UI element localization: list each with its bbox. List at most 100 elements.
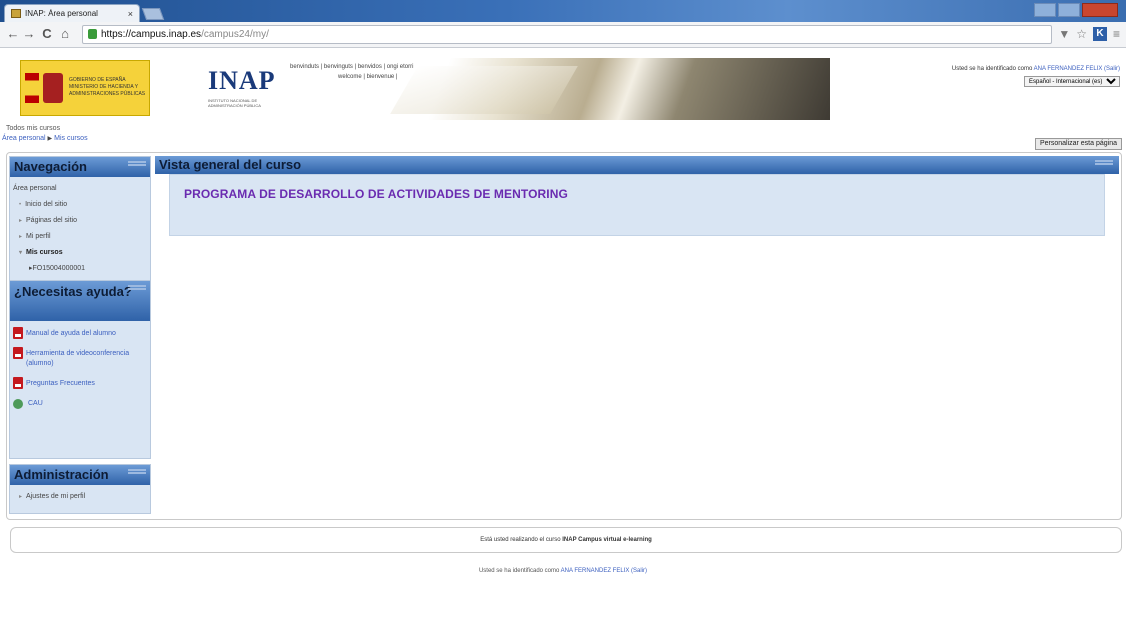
navigation-block: Navegación Área personal • Inicio del sit… <box>9 156 151 282</box>
admin-item-profile-settings[interactable]: ▸ Ajustes de mi perfil <box>13 489 147 505</box>
block-controls-icon[interactable] <box>128 161 146 166</box>
user-name-link[interactable]: ANA FERNANDEZ FELIX <box>1034 66 1103 72</box>
expand-arrow-icon: ▸ <box>19 218 23 224</box>
expand-arrow-icon: ▸ <box>19 494 23 500</box>
language-links-row1[interactable]: benvinduts | benvinguts | benvidos | ong… <box>290 62 413 72</box>
page: GOBIERNO DE ESPAÑA MINISTERIO DE HACIEND… <box>0 48 1126 625</box>
back-arrow-icon[interactable]: ← <box>6 27 20 41</box>
admin-item-label: Ajustes de mi perfil <box>26 493 86 500</box>
help-link-cau[interactable]: CAU <box>13 399 147 409</box>
tab-title: INAP: Área personal <box>25 9 98 18</box>
help-link-label: Herramienta de videoconferencia (alumno) <box>26 350 130 367</box>
menu-icon[interactable]: ≡ <box>1113 27 1120 41</box>
nav-item-perfil[interactable]: ▸ Mi perfil <box>13 229 147 245</box>
course-overview-title: Vista general del curso <box>159 157 302 172</box>
block-controls-icon[interactable] <box>1095 160 1113 165</box>
nav-item-course[interactable]: ▸FO15004000001 <box>13 261 147 277</box>
window-controls <box>1034 3 1118 17</box>
collapse-arrow-icon: ▾ <box>19 250 23 256</box>
help-block-header: ¿Necesitas ayuda? <box>10 281 150 321</box>
footer-user-info: Usted se ha identificado como ANA FERNAN… <box>0 568 1126 574</box>
government-logo[interactable]: GOBIERNO DE ESPAÑA MINISTERIO DE HACIEND… <box>20 60 150 116</box>
url-host: https://campus.inap.es <box>101 29 202 40</box>
help-link-videoconference[interactable]: Herramienta de videoconferencia (alumno) <box>13 347 147 369</box>
nav-item-mis-cursos[interactable]: ▾ Mis cursos <box>13 245 147 261</box>
course-card: PROGRAMA DE DESARROLLO DE ACTIVIDADES DE… <box>169 174 1105 236</box>
footer-course-name: INAP Campus virtual e-learning <box>562 537 652 543</box>
help-link-label: CAU <box>28 400 43 407</box>
administration-block: Administración ▸ Ajustes de mi perfil <box>9 464 151 514</box>
help-link-faq[interactable]: Preguntas Frecuentes <box>13 377 147 389</box>
nav-item-label: Páginas del sitio <box>26 217 77 224</box>
nav-item-label: FO15004000001 <box>32 265 86 272</box>
course-name-link[interactable]: PROGRAMA DE DESARROLLO DE ACTIVIDADES DE… <box>184 187 568 201</box>
maximize-button[interactable] <box>1058 3 1080 17</box>
browser-window: INAP: Área personal × ← → C ⌂ https://ca… <box>0 0 1126 625</box>
title-bar: INAP: Área personal × <box>0 0 1126 22</box>
navigation-title: Navegación <box>14 159 87 174</box>
home-icon[interactable]: ⌂ <box>58 27 72 41</box>
site-header: GOBIERNO DE ESPAÑA MINISTERIO DE HACIEND… <box>10 56 1120 122</box>
user-info-text: Usted se ha identificado como <box>951 66 1034 72</box>
course-overview-panel: Vista general del curso PROGRAMA DE DESA… <box>155 156 1119 286</box>
expand-arrow-icon: ▸ <box>19 234 23 240</box>
nav-item-label: Mi perfil <box>26 233 51 240</box>
footer-text: Está usted realizando el curso <box>480 537 563 543</box>
block-controls-icon[interactable] <box>128 469 146 474</box>
footer-logout-link[interactable]: (Salir) <box>629 568 647 574</box>
forward-arrow-icon[interactable]: → <box>22 27 36 41</box>
administration-title: Administración <box>14 467 109 482</box>
nav-item-paginas[interactable]: ▸ Páginas del sitio <box>13 213 147 229</box>
toolbar-actions: ▼ ☆ K ≡ <box>1058 27 1120 41</box>
language-links-row2[interactable]: welcome | bienvenue | <box>290 72 413 82</box>
reload-icon[interactable]: C <box>40 27 54 41</box>
favicon-icon <box>11 9 21 18</box>
url-path: /campus24/my/ <box>201 29 269 40</box>
pdf-icon <box>13 327 23 339</box>
nav-item-area-personal[interactable]: Área personal <box>13 181 147 197</box>
web-link-icon <box>13 399 23 409</box>
help-link-manual[interactable]: Manual de ayuda del alumno <box>13 327 147 339</box>
nav-item-label: Mis cursos <box>26 249 63 256</box>
inap-title: INAP <box>208 66 276 95</box>
extension-icon[interactable]: K <box>1092 27 1107 41</box>
language-links: benvinduts | benvinguts | benvidos | ong… <box>290 62 413 82</box>
nav-item-inicio[interactable]: • Inicio del sitio <box>13 197 147 213</box>
customize-page-button[interactable]: Personalizar esta página <box>1034 138 1122 150</box>
courses-menu-link[interactable]: Todos mis cursos <box>0 124 1126 134</box>
breadcrumb: Área personal ▶ Mis cursos <box>0 134 1126 144</box>
language-select[interactable]: Español - Internacional (es) <box>1024 76 1120 87</box>
browser-tab[interactable]: INAP: Área personal × <box>4 4 140 22</box>
bullet-icon: • <box>19 202 22 208</box>
navigation-block-header: Navegación <box>10 157 150 177</box>
banner-decoration <box>390 66 578 114</box>
inap-logo[interactable]: INAP INSTITUTO NACIONAL DE ADMINISTRACIÓ… <box>208 66 278 112</box>
course-overview-header: Vista general del curso <box>155 156 1119 174</box>
pdf-icon <box>13 347 23 359</box>
breadcrumb-home[interactable]: Área personal <box>2 135 46 142</box>
footer-bar: Está usted realizando el curso INAP Camp… <box>10 527 1122 553</box>
government-text: GOBIERNO DE ESPAÑA MINISTERIO DE HACIEND… <box>69 77 146 97</box>
footer-user-link[interactable]: ANA FERNANDEZ FELIX <box>561 568 630 574</box>
breadcrumb-current[interactable]: Mis cursos <box>54 135 87 142</box>
close-window-button[interactable] <box>1082 3 1118 17</box>
lock-icon <box>88 29 97 39</box>
help-link-label: Preguntas Frecuentes <box>26 380 95 387</box>
breadcrumb-area: Todos mis cursos Área personal ▶ Mis cur… <box>0 124 1126 144</box>
help-title: ¿Necesitas ayuda? <box>14 284 132 299</box>
filter-icon[interactable]: ▼ <box>1058 27 1070 41</box>
help-block: ¿Necesitas ayuda? Manual de ayuda del al… <box>9 280 151 459</box>
administration-block-header: Administración <box>10 465 150 485</box>
coat-of-arms-icon <box>43 73 63 103</box>
breadcrumb-separator-icon: ▶ <box>47 136 53 142</box>
inap-subtitle: INSTITUTO NACIONAL DE ADMINISTRACIÓN PÚB… <box>208 98 261 108</box>
block-controls-icon[interactable] <box>128 285 146 290</box>
minimize-button[interactable] <box>1034 3 1056 17</box>
browser-toolbar: ← → C ⌂ https://campus.inap.es/campus24/… <box>0 22 1126 48</box>
logout-link[interactable]: (Salir) <box>1102 66 1120 72</box>
new-tab-button[interactable] <box>141 8 165 20</box>
tab-close-icon[interactable]: × <box>128 9 133 19</box>
help-links: Manual de ayuda del alumno Herramienta d… <box>10 321 150 423</box>
address-bar[interactable]: https://campus.inap.es/campus24/my/ <box>82 25 1052 44</box>
bookmark-star-icon[interactable]: ☆ <box>1076 27 1087 41</box>
